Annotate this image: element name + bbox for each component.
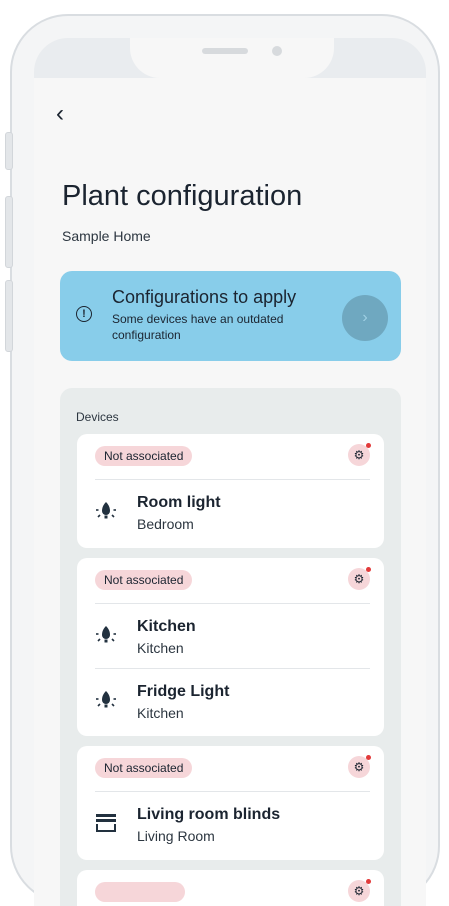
banner-description: Some devices have an outdated configurat… — [112, 312, 284, 342]
device-row[interactable]: Kitchen Kitchen — [77, 606, 384, 668]
notch — [130, 38, 334, 78]
divider — [95, 668, 370, 669]
chevron-left-icon: ‹ — [56, 100, 64, 127]
bulb-icon — [96, 502, 116, 519]
blinds-icon — [96, 814, 116, 832]
speaker — [202, 48, 248, 54]
devices-label: Devices — [76, 410, 119, 424]
settings-gear-icon[interactable]: ⚙ — [348, 879, 371, 902]
device-name: Kitchen — [137, 618, 196, 635]
device-room: Living Room — [137, 828, 215, 844]
alert-dot — [366, 567, 371, 572]
device-card: Not associated ⚙ Living room blinds Livi… — [77, 746, 384, 860]
page-title: Plant configuration — [62, 180, 303, 212]
device-room: Kitchen — [137, 640, 184, 656]
status-badge — [95, 882, 185, 902]
device-row[interactable]: Fridge Light Kitchen — [77, 671, 384, 733]
settings-gear-icon[interactable]: ⚙ — [348, 755, 371, 778]
alert-dot — [366, 755, 371, 760]
settings-gear-icon[interactable]: ⚙ — [348, 443, 371, 466]
screen: ‹ Plant configuration Sample Home ! Conf… — [34, 38, 426, 906]
devices-panel: Devices Not associated ⚙ Room light Bedr… — [60, 388, 401, 906]
volume-down-button — [5, 280, 13, 352]
alert-icon: ! — [76, 306, 92, 322]
bulb-icon — [96, 691, 116, 708]
status-badge: Not associated — [95, 446, 193, 466]
side-button — [5, 132, 13, 170]
device-name: Fridge Light — [137, 683, 230, 700]
back-button[interactable]: ‹ — [56, 100, 64, 128]
status-badge: Not associated — [95, 570, 193, 590]
device-card: Not associated ⚙ Kitchen Kitchen Fridge … — [77, 558, 384, 736]
device-room: Kitchen — [137, 705, 184, 721]
camera — [272, 46, 282, 56]
device-room: Bedroom — [137, 516, 194, 532]
banner-title: Configurations to apply — [112, 287, 297, 307]
volume-up-button — [5, 196, 13, 268]
divider — [95, 603, 370, 604]
configurations-banner[interactable]: ! Configurations to apply Some devices h… — [60, 271, 401, 361]
device-row[interactable]: Living room blinds Living Room — [77, 794, 384, 856]
chevron-right-icon: › — [362, 309, 368, 326]
device-row[interactable]: Room light Bedroom — [77, 482, 384, 544]
device-name: Room light — [137, 494, 221, 511]
settings-gear-icon[interactable]: ⚙ — [348, 567, 371, 590]
banner-arrow-button[interactable]: › — [342, 295, 388, 341]
divider — [95, 479, 370, 480]
bulb-icon — [96, 626, 116, 643]
device-card: ⚙ — [77, 870, 384, 906]
status-badge: Not associated — [95, 758, 193, 778]
device-name: Living room blinds — [137, 806, 281, 823]
alert-dot — [366, 443, 371, 448]
divider — [95, 791, 370, 792]
alert-dot — [366, 879, 371, 884]
device-card: Not associated ⚙ Room light Bedroom — [77, 434, 384, 548]
page-subtitle: Sample Home — [62, 228, 151, 244]
